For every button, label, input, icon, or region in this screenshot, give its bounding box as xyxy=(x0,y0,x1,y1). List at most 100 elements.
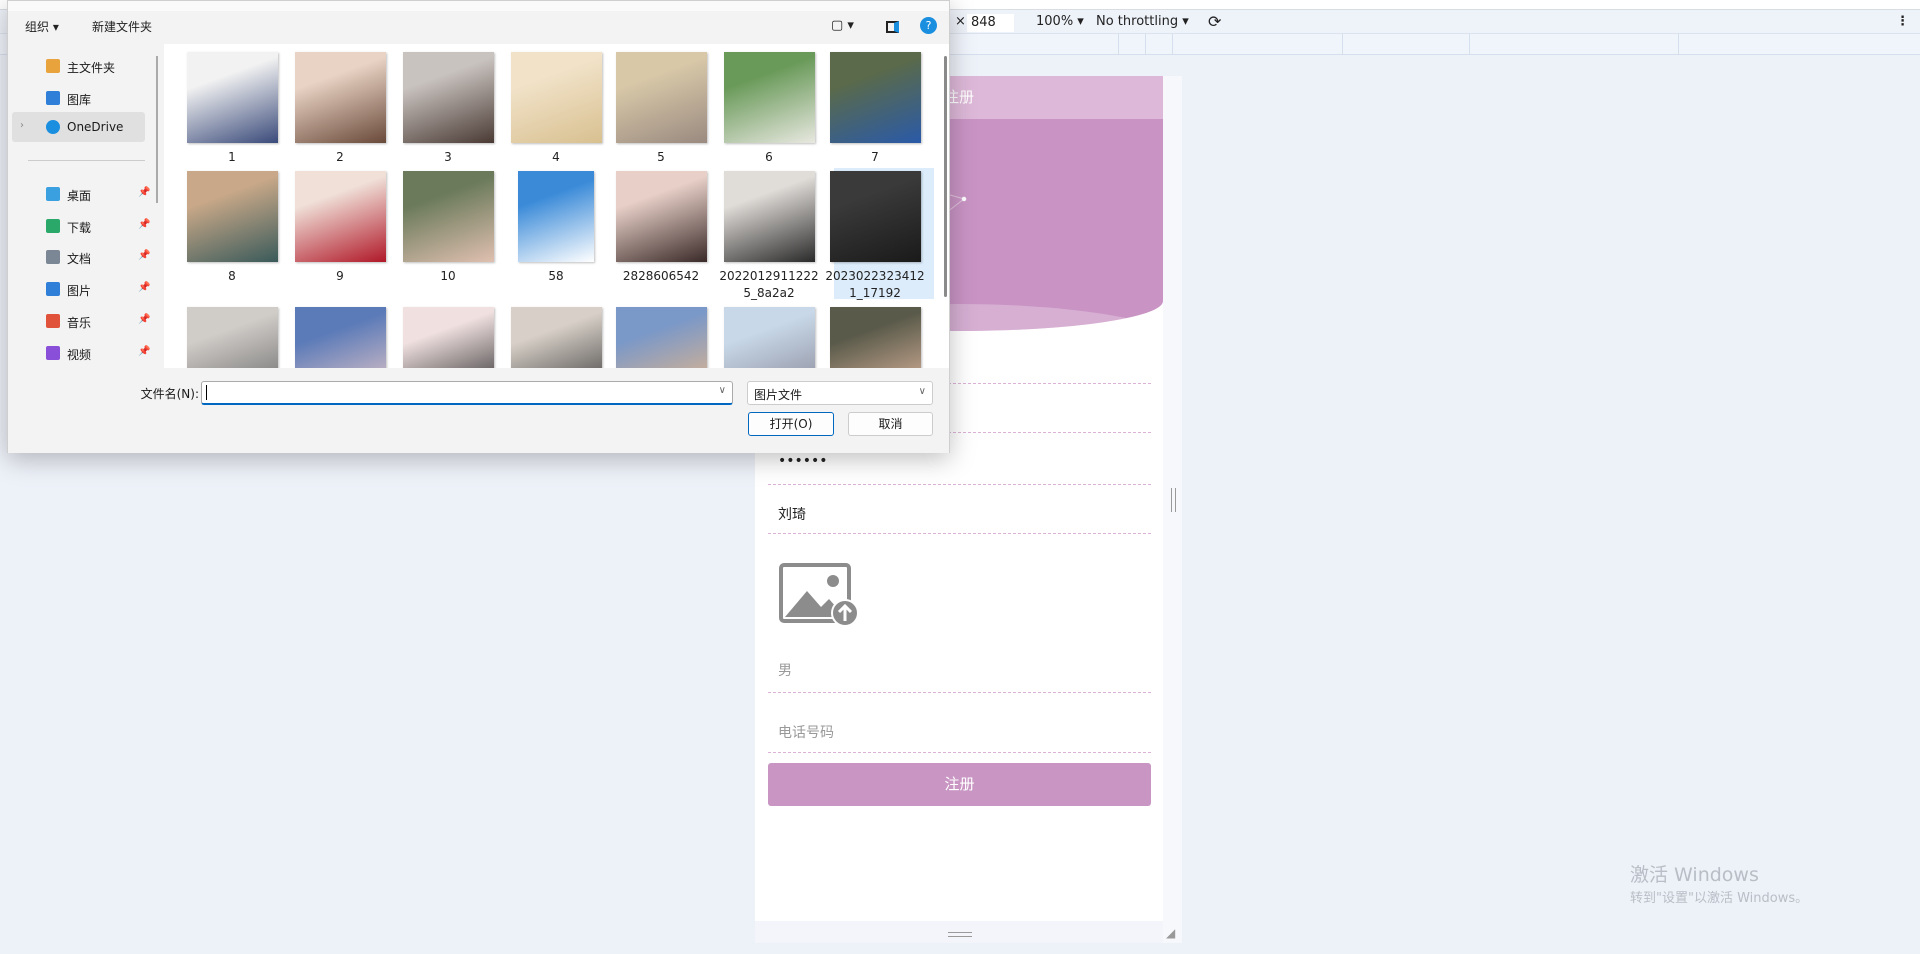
file-thumbnail xyxy=(723,171,815,262)
chevron-down-icon[interactable]: ∨ xyxy=(719,385,726,396)
file-grid: 1 2 3 4 5 6 7 8 9 10 58 2828606542 20220129112225_8a… xyxy=(164,44,949,368)
file-item[interactable]: 58 xyxy=(502,171,610,285)
sidebar-item-label: 文档 xyxy=(67,252,92,266)
file-item[interactable]: 9 xyxy=(286,171,394,285)
file-item[interactable]: 5 xyxy=(607,52,715,166)
organize-menu[interactable]: 组织 ▾ xyxy=(25,18,59,35)
password-field[interactable]: •••••• xyxy=(778,453,828,469)
new-folder-button[interactable]: 新建文件夹 xyxy=(92,18,152,35)
navigation-pane: 主文件夹 图库 › OneDrive 桌面 📌 下载 📌 文档 📌 图片 📌 音乐 📌 视频 📌 xyxy=(8,44,163,368)
filename-label: 文件名(N): xyxy=(140,387,199,401)
view-mode-icon[interactable]: ▢ ▾ xyxy=(831,18,854,33)
file-name: 20220129112225_8a2a2 xyxy=(719,269,819,300)
sidebar-item[interactable]: 下载 📌 xyxy=(12,211,150,241)
sidebar-item-label: OneDrive xyxy=(67,120,124,134)
gender-field[interactable]: 男 xyxy=(778,660,792,680)
sidebar-item[interactable]: 文档 📌 xyxy=(12,242,150,272)
name-field[interactable]: 刘琦 xyxy=(778,504,806,524)
file-thumbnail xyxy=(615,171,707,262)
sidebar-item[interactable]: 图片 📌 xyxy=(12,274,150,304)
file-item[interactable]: 4 xyxy=(502,52,610,166)
file-name: 1 xyxy=(228,150,236,164)
file-item[interactable] xyxy=(178,307,286,368)
nav-scrollbar[interactable] xyxy=(156,56,158,203)
viewport-width-handle[interactable] xyxy=(1171,488,1176,512)
help-icon[interactable]: ? xyxy=(920,17,937,34)
rotate-icon[interactable]: ⟳ xyxy=(1208,12,1221,31)
zoom-dropdown[interactable]: 100% ▾ xyxy=(1036,14,1084,29)
file-name: 10 xyxy=(440,269,456,283)
file-item[interactable]: 10 xyxy=(394,171,502,285)
sidebar-item[interactable]: › OneDrive xyxy=(12,112,145,142)
file-item[interactable] xyxy=(821,307,929,368)
pin-icon: 📌 xyxy=(138,219,151,230)
file-thumbnail xyxy=(402,171,494,262)
file-item[interactable] xyxy=(715,307,823,368)
preview-pane-icon[interactable] xyxy=(886,21,899,33)
sidebar-item[interactable]: 图库 xyxy=(12,83,145,113)
pin-icon: 📌 xyxy=(138,187,151,198)
home-icon xyxy=(46,59,60,73)
file-item[interactable] xyxy=(607,307,715,368)
image-upload-icon[interactable] xyxy=(779,563,861,630)
file-item[interactable]: 6 xyxy=(715,52,823,166)
viewport-corner-resize-handle[interactable]: ◢ xyxy=(1166,926,1175,940)
file-grid-scrollbar[interactable] xyxy=(944,56,947,297)
pin-icon: 📌 xyxy=(138,346,151,357)
pictures-icon xyxy=(46,282,60,296)
sidebar-item-label: 图片 xyxy=(67,284,92,298)
cloud-icon xyxy=(46,120,60,134)
sidebar-item[interactable]: 主文件夹 xyxy=(12,51,145,81)
file-thumbnail xyxy=(723,307,815,368)
file-item[interactable]: 8 xyxy=(178,171,286,285)
sidebar-item[interactable]: 桌面 📌 xyxy=(12,179,150,209)
filetype-select[interactable]: 图片文件 ∨ xyxy=(747,381,933,405)
file-item[interactable] xyxy=(502,307,610,368)
music-icon xyxy=(46,314,60,328)
sidebar-item[interactable]: 视频 📌 xyxy=(12,338,150,368)
file-item[interactable]: 7 xyxy=(821,52,929,166)
file-thumbnail xyxy=(186,307,278,368)
pin-icon: 📌 xyxy=(138,314,151,325)
sidebar-item[interactable]: 音乐 📌 xyxy=(12,306,150,336)
name-underline xyxy=(768,533,1151,534)
sidebar-item-label: 桌面 xyxy=(67,189,92,203)
file-name: 9 xyxy=(336,269,344,283)
file-item[interactable]: 2 xyxy=(286,52,394,166)
file-thumbnail xyxy=(829,171,921,262)
file-thumbnail xyxy=(518,171,594,262)
file-name: 5 xyxy=(657,150,665,164)
file-item[interactable] xyxy=(286,307,394,368)
gender-underline xyxy=(768,692,1151,693)
open-button[interactable]: 打开(O) xyxy=(748,412,834,436)
cancel-button[interactable]: 取消 xyxy=(848,412,933,436)
dialog-toolbar: 组织 ▾ 新建文件夹 ▢ ▾ ? xyxy=(8,1,949,44)
more-options-icon[interactable]: ⋮ xyxy=(1896,14,1909,29)
file-thumbnail xyxy=(294,52,386,143)
file-item[interactable]: 20220129112225_8a2a2 xyxy=(715,171,823,302)
file-item[interactable]: 1 xyxy=(178,52,286,166)
expand-chevron-icon[interactable]: › xyxy=(20,120,24,131)
phone-input[interactable]: 电话号码 xyxy=(778,722,834,742)
viewport-height-handle[interactable] xyxy=(948,932,972,937)
chevron-down-icon: ∨ xyxy=(918,386,926,397)
file-name: 3 xyxy=(444,150,452,164)
file-name: 7 xyxy=(871,150,879,164)
register-button[interactable]: 注册 xyxy=(768,763,1151,806)
height-input[interactable]: 848 xyxy=(967,14,1014,32)
file-thumbnail xyxy=(510,307,602,368)
file-item[interactable]: 20230223234121_17192 xyxy=(821,171,929,302)
throttling-dropdown[interactable]: No throttling ▾ xyxy=(1096,14,1189,29)
filetype-value: 图片文件 xyxy=(754,388,803,402)
file-thumbnail xyxy=(615,52,707,143)
pin-icon: 📌 xyxy=(138,282,151,293)
gallery-icon xyxy=(46,91,60,105)
file-name: 20230223234121_17192 xyxy=(825,269,925,300)
file-name: 8 xyxy=(228,269,236,283)
file-thumbnail xyxy=(829,52,921,143)
filename-input[interactable]: ∨ xyxy=(201,381,733,405)
file-item[interactable]: 2828606542 xyxy=(607,171,715,285)
file-item[interactable] xyxy=(394,307,502,368)
file-thumbnail xyxy=(723,52,815,143)
file-item[interactable]: 3 xyxy=(394,52,502,166)
